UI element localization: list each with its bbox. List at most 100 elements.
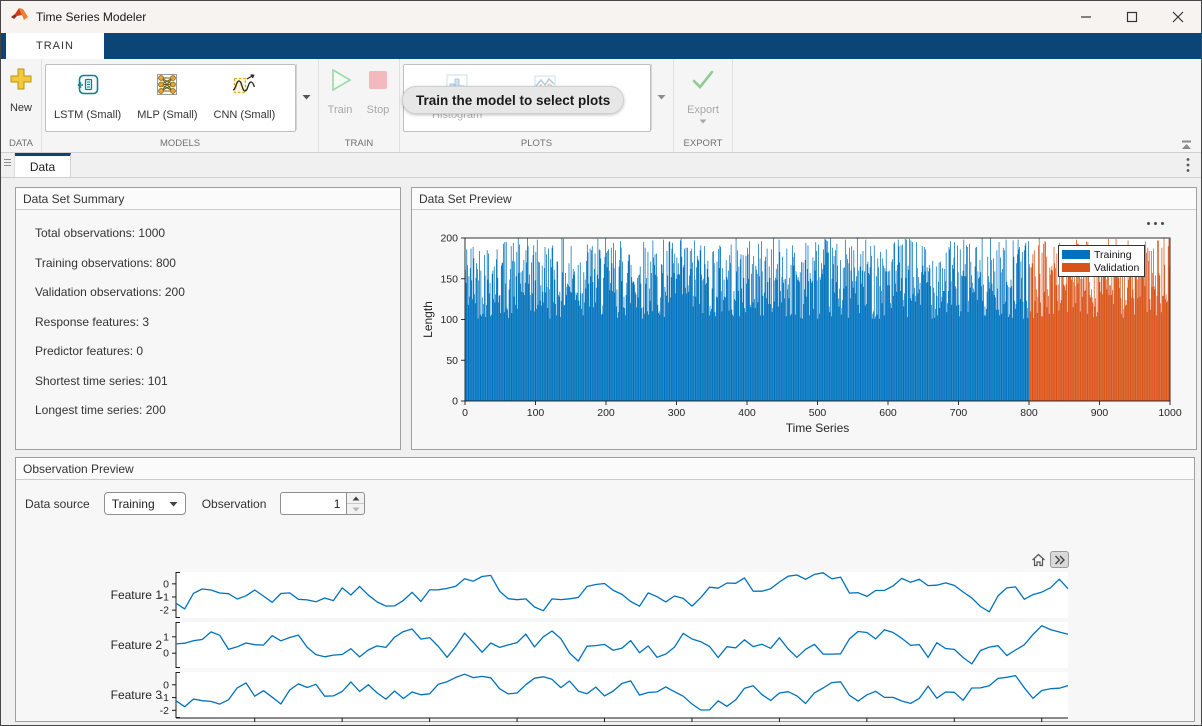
observation-label: Observation (202, 497, 267, 511)
expand-axes-toolbar-button[interactable] (1050, 551, 1069, 568)
svg-text:0: 0 (163, 578, 169, 590)
svg-text:1000: 1000 (1158, 407, 1182, 419)
svg-text:200: 200 (440, 233, 458, 245)
axes-toolbar-ellipsis[interactable] (1147, 222, 1164, 225)
svg-text:20: 20 (336, 724, 348, 725)
summary-panel-title: Data Set Summary (16, 188, 400, 210)
svg-text:80: 80 (861, 724, 873, 725)
svg-text:Feature 1: Feature 1 (111, 588, 163, 602)
observation-features-chart: 0-1-2Feature 110Feature 20-1-2Feature 31… (16, 556, 1196, 725)
close-button[interactable] (1155, 1, 1201, 33)
svg-text:100: 100 (527, 407, 545, 419)
observation-spinner (280, 492, 365, 515)
stop-button[interactable]: Stop (363, 63, 393, 116)
svg-text:60: 60 (686, 724, 698, 725)
matlab-logo-icon (11, 7, 28, 27)
data-source-dropdown[interactable]: Training (104, 492, 186, 515)
plots-gallery-dropdown[interactable] (651, 64, 670, 130)
svg-text:500: 500 (809, 407, 827, 419)
svg-text:50: 50 (446, 355, 458, 367)
svg-text:Length: Length (421, 301, 435, 338)
section-models: LSTM (Small) (42, 59, 319, 152)
models-gallery-dropdown[interactable] (296, 64, 315, 130)
panel-gripper[interactable] (1, 153, 15, 177)
chart-legend[interactable]: Training Validation (1058, 245, 1145, 277)
svg-text:1: 1 (163, 631, 169, 643)
summary-training-observations: Training observations: 800 (35, 256, 400, 270)
svg-text:700: 700 (950, 407, 968, 419)
double-chevron-right-icon (1054, 555, 1066, 565)
model-mlp-label: MLP (Small) (137, 109, 197, 121)
ribbon-tab-strip: TRAIN (1, 33, 1201, 59)
observation-input[interactable] (280, 492, 346, 515)
data-set-summary-panel: Data Set Summary Total observations: 100… (15, 187, 401, 450)
svg-text:600: 600 (879, 407, 897, 419)
restore-view-home-button[interactable] (1029, 551, 1048, 568)
svg-text:150: 150 (440, 273, 458, 285)
chevron-down-icon (302, 94, 311, 100)
stop-button-label: Stop (367, 104, 390, 116)
model-lstm-small[interactable]: LSTM (Small) (46, 65, 129, 131)
svg-text:50: 50 (599, 724, 611, 725)
section-label-models: MODELS (45, 136, 315, 152)
preview-panel-title: Data Set Preview (412, 188, 1196, 210)
observation-panel-title: Observation Preview (16, 458, 1194, 480)
new-plus-icon (9, 67, 33, 96)
grip-lines-icon (3, 158, 12, 167)
model-mlp-small[interactable]: MLP (Small) (129, 65, 205, 131)
minimize-button[interactable] (1063, 1, 1109, 33)
spinner-down-button[interactable] (347, 504, 364, 514)
legend-item-training: Training (1062, 248, 1139, 261)
train-play-icon (327, 67, 353, 98)
new-button[interactable]: New (7, 63, 35, 114)
svg-text:Time Series: Time Series (786, 421, 850, 435)
svg-text:10: 10 (249, 724, 261, 725)
tab-options-button[interactable] (1175, 153, 1201, 177)
summary-predictor-features: Predictor features: 0 (35, 344, 400, 358)
svg-text:300: 300 (668, 407, 686, 419)
app-window: Time Series Modeler TRAIN (0, 0, 1202, 726)
model-cnn-label: CNN (Small) (214, 109, 276, 121)
training-swatch (1062, 250, 1090, 259)
export-button-label: Export (687, 104, 719, 116)
vertical-dots-icon (1186, 157, 1190, 173)
svg-text:-2: -2 (160, 705, 169, 717)
chevron-down-icon (699, 119, 707, 124)
validation-swatch (1062, 263, 1090, 272)
lstm-model-icon (75, 72, 101, 103)
summary-shortest-series: Shortest time series: 101 (35, 374, 400, 388)
section-plots: Histogram (400, 59, 674, 152)
data-set-preview-panel: Data Set Preview 05010015020001002003004… (411, 187, 1197, 450)
svg-text:0: 0 (462, 407, 468, 419)
train-button[interactable]: Train (325, 63, 355, 116)
export-button[interactable]: Export (685, 63, 721, 124)
tab-data[interactable]: Data (15, 153, 71, 177)
svg-text:100: 100 (440, 314, 458, 326)
cnn-model-icon (231, 72, 257, 103)
section-train: Train Stop TRAIN (319, 59, 400, 152)
model-cnn-small[interactable]: CNN (Small) (206, 65, 284, 131)
svg-text:-2: -2 (160, 605, 169, 617)
summary-validation-observations: Validation observations: 200 (35, 285, 400, 299)
section-label-export: EXPORT (677, 136, 729, 152)
tab-train[interactable]: TRAIN (6, 33, 104, 59)
svg-text:0: 0 (163, 648, 169, 660)
content-area: Data Set Summary Total observations: 100… (1, 178, 1201, 725)
document-tab-bar: Data (1, 153, 1201, 178)
summary-total-observations: Total observations: 1000 (35, 226, 400, 240)
collapse-ribbon-button[interactable] (1180, 137, 1193, 155)
ribbon-toolbar: New DATA (1, 59, 1201, 153)
maximize-button[interactable] (1109, 1, 1155, 33)
section-label-train: TRAIN (322, 136, 396, 152)
svg-text:800: 800 (1020, 407, 1038, 419)
export-check-icon (690, 67, 716, 98)
svg-text:900: 900 (1091, 407, 1109, 419)
svg-text:0: 0 (452, 396, 458, 408)
svg-text:30: 30 (424, 724, 436, 725)
section-label-data: DATA (4, 136, 38, 152)
svg-text:400: 400 (738, 407, 756, 419)
section-export: Export EXPORT (674, 59, 733, 152)
models-gallery: LSTM (Small) (45, 64, 296, 132)
section-data: New DATA (1, 59, 42, 152)
spinner-up-button[interactable] (347, 493, 364, 504)
